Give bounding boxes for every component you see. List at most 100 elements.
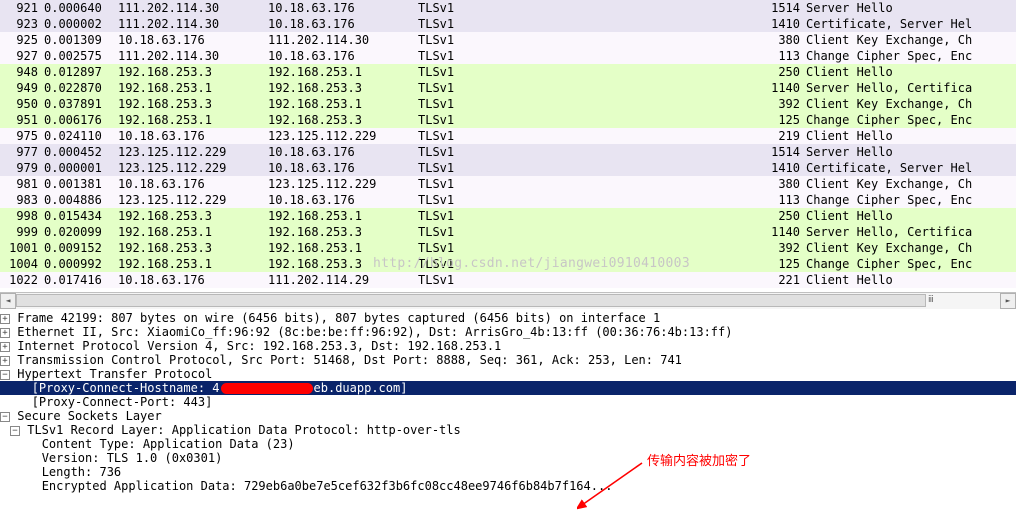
col-destination: 10.18.63.176 [262,192,412,208]
expand-icon[interactable]: + [0,328,10,338]
col-destination: 192.168.253.1 [262,64,412,80]
packet-row[interactable]: 9830.004886123.125.112.22910.18.63.176TL… [0,192,1016,208]
col-destination: 10.18.63.176 [262,144,412,160]
col-info: Server Hello, Certifica [802,224,1016,240]
col-source: 192.168.253.3 [112,208,262,224]
col-destination: 123.125.112.229 [262,128,412,144]
col-length: 380 [762,32,802,48]
col-protocol: TLSv1 [412,240,762,256]
col-no: 950 [0,96,40,112]
redacted-box [221,383,313,394]
col-protocol: TLSv1 [412,128,762,144]
frame-text: Frame 42199: 807 bytes on wire (6456 bit… [17,311,660,325]
col-protocol: TLSv1 [412,64,762,80]
scroll-left-arrow[interactable]: ◄ [0,293,16,309]
packet-row[interactable]: 9990.020099192.168.253.1192.168.253.3TLS… [0,224,1016,240]
collapse-icon[interactable]: − [0,370,10,380]
col-time: 0.000992 [40,256,112,272]
col-time: 0.009152 [40,240,112,256]
col-length: 1140 [762,224,802,240]
col-time: 0.002575 [40,48,112,64]
col-info: Certificate, Server Hel [802,16,1016,32]
packet-row[interactable]: 9770.000452123.125.112.22910.18.63.176TL… [0,144,1016,160]
col-time: 0.020099 [40,224,112,240]
col-length: 250 [762,64,802,80]
tcp-node[interactable]: + Transmission Control Protocol, Src Por… [0,353,1016,367]
col-no: 921 [0,0,40,16]
collapse-icon[interactable]: − [0,412,10,422]
scroll-thumb[interactable] [16,294,926,307]
col-no: 1004 [0,256,40,272]
packet-row[interactable]: 9270.002575111.202.114.3010.18.63.176TLS… [0,48,1016,64]
collapse-icon[interactable]: − [10,426,20,436]
proxy-port-node[interactable]: [Proxy-Connect-Port: 443] [0,395,1016,409]
col-length: 221 [762,272,802,288]
tls-record-node[interactable]: − TLSv1 Record Layer: Application Data P… [0,423,1016,437]
col-time: 0.000001 [40,160,112,176]
scroll-right-arrow[interactable]: ► [1000,293,1016,309]
col-protocol: TLSv1 [412,32,762,48]
col-length: 219 [762,128,802,144]
ssl-node[interactable]: − Secure Sockets Layer [0,409,1016,423]
col-source: 192.168.253.1 [112,224,262,240]
col-source: 111.202.114.30 [112,0,262,16]
expand-icon[interactable]: + [0,314,10,324]
col-length: 250 [762,208,802,224]
packet-row[interactable]: 10220.01741610.18.63.176111.202.114.29TL… [0,272,1016,288]
packet-row[interactable]: 9490.022870192.168.253.1192.168.253.3TLS… [0,80,1016,96]
col-info: Client Hello [802,208,1016,224]
col-time: 0.022870 [40,80,112,96]
col-length: 1140 [762,80,802,96]
frame-node[interactable]: + Frame 42199: 807 bytes on wire (6456 b… [0,311,1016,325]
col-destination: 192.168.253.1 [262,208,412,224]
packet-row[interactable]: 9810.00138110.18.63.176123.125.112.229TL… [0,176,1016,192]
enc-data-node[interactable]: Encrypted Application Data: 729eb6a0be7e… [0,479,1016,493]
col-no: 999 [0,224,40,240]
packet-row[interactable]: 9250.00130910.18.63.176111.202.114.30TLS… [0,32,1016,48]
horizontal-scrollbar[interactable]: ◄ ⅲ ► [0,292,1016,308]
packet-row[interactable]: 10010.009152192.168.253.3192.168.253.1TL… [0,240,1016,256]
col-length: 392 [762,96,802,112]
version-text: Version: TLS 1.0 (0x0301) [42,451,223,465]
proxy-host-pre: [Proxy-Connect-Hostname: 4 [32,381,220,395]
content-type-node[interactable]: Content Type: Application Data (23) [0,437,1016,451]
col-source: 123.125.112.229 [112,160,262,176]
packet-list-pane[interactable]: http://blog.csdn.net/jiangwei0910410003 … [0,0,1016,292]
col-no: 948 [0,64,40,80]
col-destination: 192.168.253.1 [262,240,412,256]
packet-row[interactable]: 9980.015434192.168.253.3192.168.253.1TLS… [0,208,1016,224]
col-protocol: TLSv1 [412,272,762,288]
col-info: Client Key Exchange, Ch [802,176,1016,192]
col-time: 0.004886 [40,192,112,208]
col-info: Certificate, Server Hel [802,160,1016,176]
proxy-hostname-node[interactable]: [Proxy-Connect-Hostname: 4eb.duapp.com] [0,381,1016,395]
col-time: 0.001381 [40,176,112,192]
ethernet-node[interactable]: + Ethernet II, Src: XiaomiCo_ff:96:92 (8… [0,325,1016,339]
col-source: 192.168.253.3 [112,96,262,112]
http-text: Hypertext Transfer Protocol [17,367,212,381]
packet-row[interactable]: 9510.006176192.168.253.1192.168.253.3TLS… [0,112,1016,128]
expand-icon[interactable]: + [0,342,10,352]
col-source: 10.18.63.176 [112,32,262,48]
scroll-track[interactable]: ⅲ [16,293,1000,309]
packet-row[interactable]: 9500.037891192.168.253.3192.168.253.1TLS… [0,96,1016,112]
packet-row[interactable]: 9750.02411010.18.63.176123.125.112.229TL… [0,128,1016,144]
col-destination: 111.202.114.29 [262,272,412,288]
col-info: Change Cipher Spec, Enc [802,256,1016,272]
encdata-text: Encrypted Application Data: 729eb6a0be7e… [42,479,613,493]
http-node[interactable]: − Hypertext Transfer Protocol [0,367,1016,381]
ip-text: Internet Protocol Version 4, Src: 192.16… [17,339,501,353]
expand-icon[interactable]: + [0,356,10,366]
packet-row[interactable]: 9210.000640111.202.114.3010.18.63.176TLS… [0,0,1016,16]
col-source: 111.202.114.30 [112,48,262,64]
packet-row[interactable]: 9480.012897192.168.253.3192.168.253.1TLS… [0,64,1016,80]
packet-detail-pane[interactable]: + Frame 42199: 807 bytes on wire (6456 b… [0,308,1016,493]
packet-row[interactable]: 9230.000002111.202.114.3010.18.63.176TLS… [0,16,1016,32]
packet-row[interactable]: 10040.000992192.168.253.1192.168.253.3TL… [0,256,1016,272]
length-node[interactable]: Length: 736 [0,465,1016,479]
ip-node[interactable]: + Internet Protocol Version 4, Src: 192.… [0,339,1016,353]
col-no: 983 [0,192,40,208]
col-no: 923 [0,16,40,32]
packet-row[interactable]: 9790.000001123.125.112.22910.18.63.176TL… [0,160,1016,176]
version-node[interactable]: Version: TLS 1.0 (0x0301) [0,451,1016,465]
